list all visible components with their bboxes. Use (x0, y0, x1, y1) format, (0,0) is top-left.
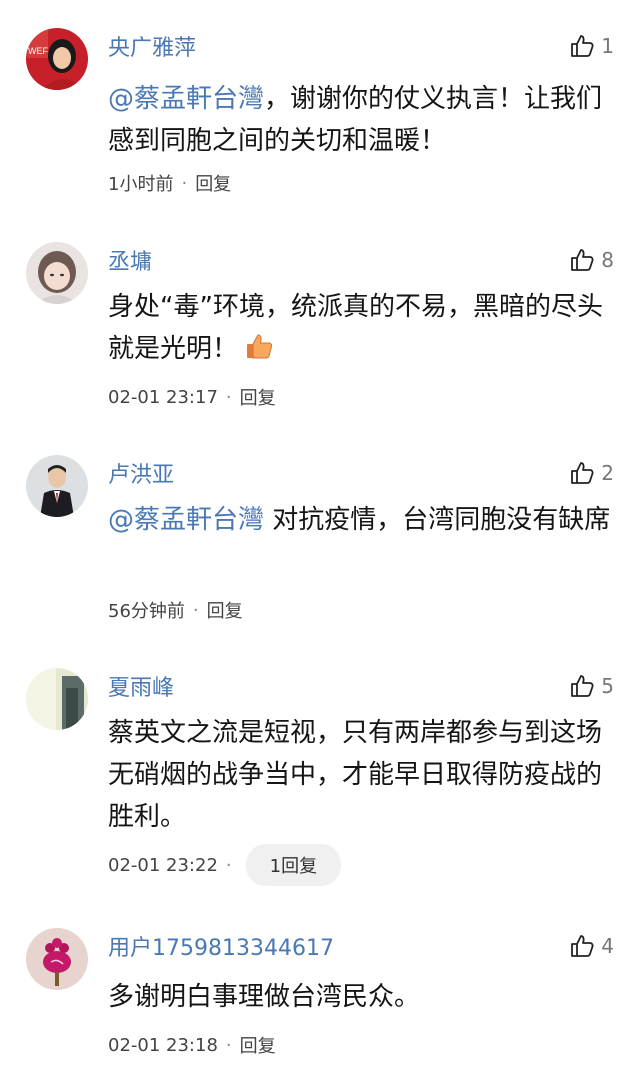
separator: · (225, 386, 232, 408)
avatar[interactable] (26, 928, 88, 990)
like-count: 4 (601, 934, 614, 958)
username[interactable]: 央广雅萍 (108, 30, 196, 62)
timestamp: 02-01 23:17 (108, 386, 218, 408)
avatar[interactable] (26, 668, 88, 730)
avatar[interactable] (26, 455, 88, 517)
timestamp: 1小时前 (108, 174, 174, 195)
username[interactable]: 卢洪亚 (108, 457, 174, 489)
comment-meta: 56分钟前 · 回复 (108, 597, 243, 623)
comment-text: 多谢明白事理做台湾民众。 (108, 976, 614, 1018)
reply-button[interactable]: 回复 (195, 170, 231, 196)
like-button[interactable]: 2 (569, 459, 614, 487)
like-count: 1 (601, 34, 614, 58)
separator: · (225, 854, 232, 876)
like-button[interactable]: 8 (569, 246, 614, 274)
timestamp: 02-01 23:22 (108, 854, 218, 876)
separator: · (192, 599, 199, 621)
like-button[interactable]: 5 (569, 672, 614, 700)
thumbs-up-icon (569, 460, 595, 486)
thumbs-up-icon (569, 933, 595, 959)
like-count: 5 (601, 674, 614, 698)
avatar[interactable] (26, 242, 88, 304)
like-count: 2 (601, 461, 614, 485)
comment-body: 蔡英文之流是短视，只有两岸都参与到这场无硝烟的战争当中，才能早日取得防疫战的胜利… (108, 718, 603, 832)
comment-meta: 1小时前 · 回复 (108, 170, 231, 196)
separator: · (181, 172, 188, 194)
thumbs-up-icon (569, 33, 595, 59)
comment-body: 对抗疫情，台湾同胞没有缺席 (264, 505, 611, 535)
reply-count-button[interactable]: 1回复 (245, 844, 342, 886)
username[interactable]: 用户1759813344617 (108, 930, 334, 962)
thumbs-up-icon (569, 673, 595, 699)
thumbs-up-icon (569, 247, 595, 273)
like-button[interactable]: 1 (569, 32, 614, 60)
mention-link[interactable]: @蔡孟軒台灣 (108, 84, 264, 114)
username[interactable]: 丞墉 (108, 244, 152, 276)
comment-body: 身处“毒”环境，统派真的不易，黑暗的尽头就是光明！ (108, 292, 603, 364)
timestamp: 02-01 23:18 (108, 1034, 218, 1056)
comment-meta: 02-01 23:18 · 回复 (108, 1032, 276, 1058)
comment-text: @蔡孟軒台灣，谢谢你的仗义执言！让我们感到同胞之间的关切和温暖！ (108, 78, 614, 162)
like-button[interactable]: 4 (569, 932, 614, 960)
reply-button[interactable]: 回复 (207, 597, 243, 623)
like-count: 8 (601, 248, 614, 272)
timestamp: 56分钟前 (108, 601, 185, 622)
separator: · (225, 1034, 232, 1056)
username[interactable]: 夏雨峰 (108, 670, 174, 702)
reply-button[interactable]: 回复 (240, 1032, 276, 1058)
comment-text: 身处“毒”环境，统派真的不易，黑暗的尽头就是光明！ (108, 286, 614, 370)
mention-link[interactable]: @蔡孟軒台灣 (108, 505, 264, 535)
comment-meta: 02-01 23:22 · 1回复 (108, 844, 342, 886)
svg-text:WEF: WEF (28, 46, 48, 56)
comment-meta: 02-01 23:17 · 回复 (108, 384, 276, 410)
avatar[interactable]: WEF (26, 28, 88, 90)
comment-text: 蔡英文之流是短视，只有两岸都参与到这场无硝烟的战争当中，才能早日取得防疫战的胜利… (108, 712, 614, 838)
comment-text: @蔡孟軒台灣 对抗疫情，台湾同胞没有缺席 (108, 499, 614, 541)
thumbs-up-emoji-icon (244, 331, 274, 361)
comment-body: 多谢明白事理做台湾民众。 (108, 982, 421, 1012)
reply-button[interactable]: 回复 (240, 384, 276, 410)
